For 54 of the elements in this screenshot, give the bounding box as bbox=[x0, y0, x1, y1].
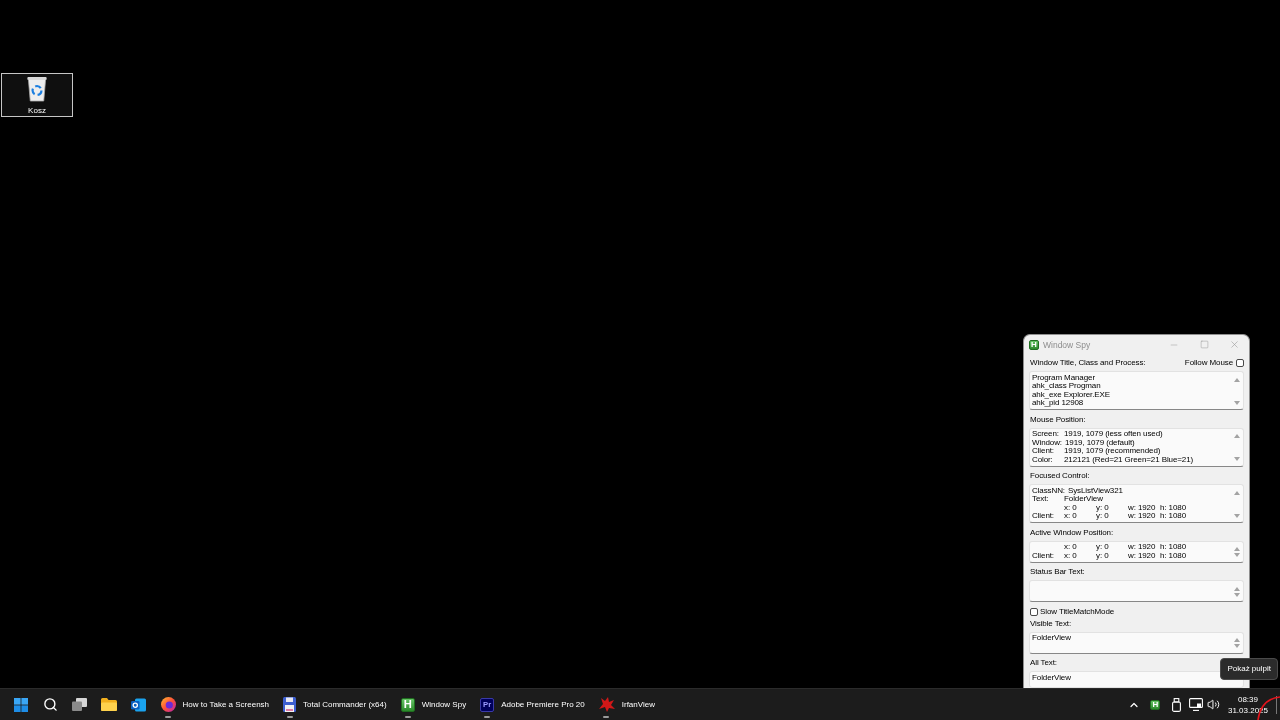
letter-tile-icon: H bbox=[1029, 339, 1039, 350]
scroll-down-icon[interactable] bbox=[1233, 457, 1240, 461]
close-icon bbox=[1228, 339, 1240, 350]
overlapping-windows-icon bbox=[72, 698, 88, 711]
round-logo-icon bbox=[160, 697, 176, 712]
checkbox-label[interactable]: Follow Mouse bbox=[1184, 358, 1233, 368]
text-field[interactable]: Program Manager ahk_class Progman ahk_exe Explorer.EXE ahk_pid 12908 bbox=[1029, 371, 1244, 410]
scroll-down-icon[interactable] bbox=[1233, 400, 1240, 405]
taskbar-app-button[interactable]: H Window Spy bbox=[393, 690, 474, 719]
scroll-down-icon[interactable] bbox=[1233, 553, 1240, 557]
checkbox-label[interactable]: Slow TitleMatchMode bbox=[1040, 606, 1115, 617]
section-label: Window Title, Class and Process: bbox=[1030, 358, 1146, 368]
text-field[interactable]: ClassNN: SysListView321 Text: FolderView x: 0 y: 0 w: 1920 h: 1080 Client: x: 0 y: 0 w: 1920 h: 1080 bbox=[1029, 484, 1244, 523]
desktop-icon[interactable]: Kosz bbox=[1, 73, 73, 117]
letter-tile-icon: H bbox=[1150, 699, 1161, 710]
text-field[interactable]: FolderView bbox=[1029, 671, 1244, 688]
section-label: Focused Control: bbox=[1030, 471, 1090, 481]
section-label: Status Bar Text: bbox=[1030, 567, 1085, 577]
section-label: Active Window Position: bbox=[1030, 527, 1114, 538]
scroll-up-icon[interactable] bbox=[1233, 638, 1240, 642]
scroll-down-icon[interactable] bbox=[1233, 644, 1240, 648]
ring-tile-icon bbox=[131, 697, 147, 712]
scroll-up-icon[interactable] bbox=[1233, 586, 1240, 591]
checkbox[interactable] bbox=[1030, 607, 1038, 616]
scroll-down-icon[interactable] bbox=[1233, 592, 1240, 597]
show-desktop-button[interactable] bbox=[1276, 695, 1280, 714]
scroll-up-icon[interactable] bbox=[1233, 434, 1240, 438]
speaker-icon bbox=[1206, 698, 1220, 711]
section-label: Visible Text: bbox=[1030, 618, 1072, 629]
maximize-icon bbox=[1199, 340, 1209, 349]
text-field[interactable] bbox=[1029, 580, 1244, 602]
four-squares-icon bbox=[13, 697, 28, 712]
monitor-icon bbox=[1189, 698, 1204, 711]
text-field[interactable]: Screen: 1919, 1079 (less often used) Window: 1919, 1079 (default) Client: 1919, 1079 (recommended) Color: 212121 (Red=21 Green=21 Blue=21) bbox=[1029, 427, 1244, 467]
scroll-up-icon[interactable] bbox=[1233, 490, 1240, 495]
scroll-down-icon[interactable] bbox=[1233, 513, 1240, 518]
text-field[interactable]: FolderView bbox=[1029, 631, 1244, 654]
taskbar-app-button[interactable]: Total Commander (x64) bbox=[276, 690, 394, 719]
window-title: Window Spy bbox=[1043, 339, 1091, 350]
checkbox[interactable] bbox=[1236, 359, 1244, 367]
text-field[interactable]: x: 0 y: 0 w: 1920 h: 1080 Client: x: 0 y: 0 w: 1920 h: 1080 bbox=[1029, 540, 1244, 563]
section-label: All Text: bbox=[1030, 658, 1057, 668]
section-label: Mouse Position: bbox=[1030, 414, 1086, 425]
taskbar-app-button[interactable]: IrfanView bbox=[591, 690, 662, 719]
scroll-up-icon[interactable] bbox=[1233, 547, 1240, 551]
usb-drive-icon bbox=[1172, 697, 1182, 712]
search-icon bbox=[42, 697, 58, 712]
splat-icon bbox=[598, 697, 615, 712]
recycle-bin-icon bbox=[26, 76, 48, 102]
taskbar-app-button[interactable]: How to Take a Screensh bbox=[153, 690, 277, 719]
tooltip: Pokaż pulpit bbox=[1220, 658, 1278, 680]
scroll-up-icon[interactable] bbox=[1233, 377, 1240, 382]
folder-icon bbox=[101, 698, 118, 711]
letter-tile-icon: H bbox=[400, 697, 415, 712]
